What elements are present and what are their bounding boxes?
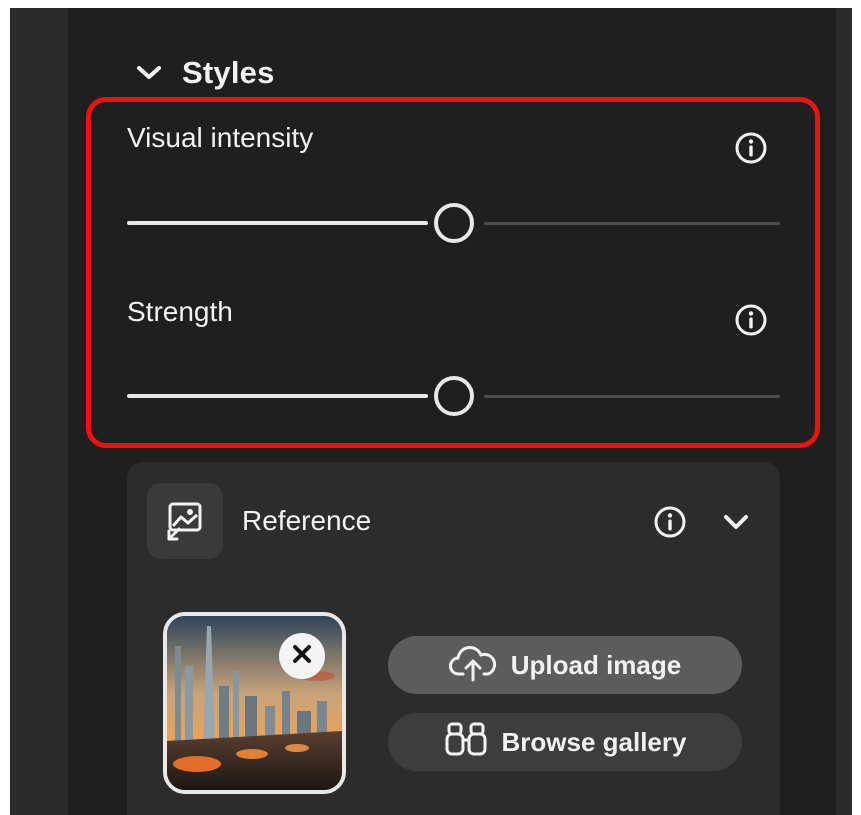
info-icon[interactable]	[734, 303, 768, 337]
strength-slider[interactable]	[127, 376, 780, 416]
browse-gallery-button[interactable]: Browse gallery	[388, 713, 742, 771]
reference-image-icon	[147, 483, 223, 559]
slider-track-fill	[127, 221, 428, 225]
chevron-down-icon	[134, 63, 164, 83]
cloud-upload-icon	[448, 642, 497, 689]
upload-image-label: Upload image	[510, 649, 682, 680]
section-title: Styles	[182, 55, 275, 90]
visual-intensity-slider[interactable]	[127, 203, 780, 243]
slider-track-fill	[127, 394, 428, 398]
info-icon[interactable]	[653, 505, 687, 539]
remove-reference-button[interactable]	[279, 633, 325, 679]
reference-title: Reference	[242, 505, 372, 536]
styles-section-toggle[interactable]: Styles	[134, 50, 275, 96]
close-icon	[291, 643, 313, 670]
left-rail	[10, 8, 68, 815]
slider-thumb[interactable]	[433, 376, 474, 416]
upload-image-button[interactable]: Upload image	[388, 636, 742, 694]
slider-thumb[interactable]	[433, 203, 474, 243]
binoculars-icon	[444, 720, 488, 765]
strength-label: Strength	[127, 296, 233, 327]
slider-track	[483, 222, 780, 225]
visual-intensity-label: Visual intensity	[127, 122, 314, 153]
browse-gallery-label: Browse gallery	[501, 726, 687, 757]
chevron-down-icon[interactable]	[718, 504, 754, 540]
slider-track	[483, 395, 780, 398]
info-icon[interactable]	[734, 131, 768, 165]
scrollbar-track[interactable]	[836, 8, 852, 815]
